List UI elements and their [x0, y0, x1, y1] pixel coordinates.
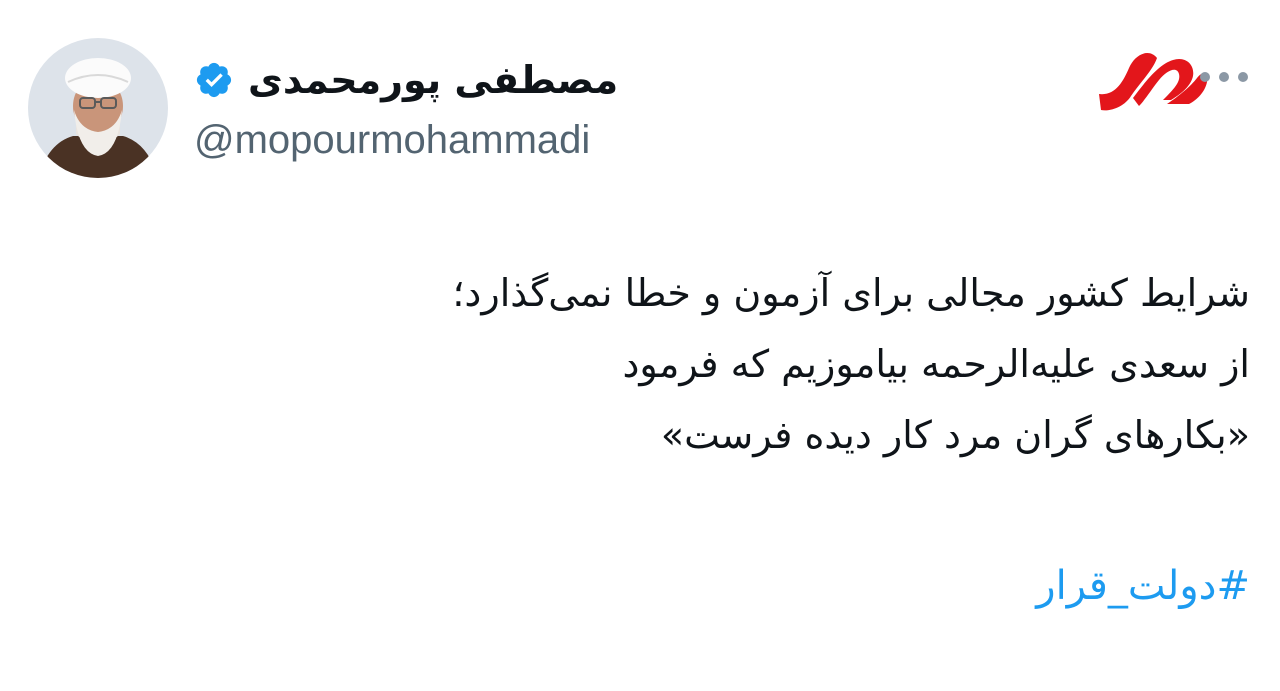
avatar-image [28, 38, 168, 178]
author-identity: مصطفی پورمحمدی @mopourmohammadi [194, 50, 618, 166]
author-handle[interactable]: @mopourmohammadi [194, 114, 618, 166]
tweet-header: مصطفی پورمحمدی @mopourmohammadi [28, 38, 618, 178]
tweet-line: «بکارهای گران مرد کار دیده فرست» [660, 413, 1250, 457]
hashtag-link[interactable]: #دولت_قرار [1036, 556, 1250, 616]
more-horizontal-icon[interactable] [1200, 70, 1248, 84]
name-row: مصطفی پورمحمدی [194, 50, 618, 110]
more-dot [1200, 72, 1210, 82]
tweet-text: شرایط کشور مجالی برای آزمون و خطا نمی‌گذ… [50, 258, 1250, 471]
tweet-card: مصطفی پورمحمدی @mopourmohammadi شرایط کش… [0, 0, 1280, 691]
tweet-line: از سعدی علیه‌الرحمه بیاموزیم که فرمود [622, 342, 1250, 386]
display-name[interactable]: مصطفی پورمحمدی [248, 50, 618, 110]
more-dot [1219, 72, 1229, 82]
more-dot [1238, 72, 1248, 82]
verified-badge-icon [196, 62, 232, 98]
mehr-news-logo [1099, 53, 1208, 111]
avatar[interactable] [28, 38, 168, 178]
tweet-line: شرایط کشور مجالی برای آزمون و خطا نمی‌گذ… [452, 271, 1250, 315]
